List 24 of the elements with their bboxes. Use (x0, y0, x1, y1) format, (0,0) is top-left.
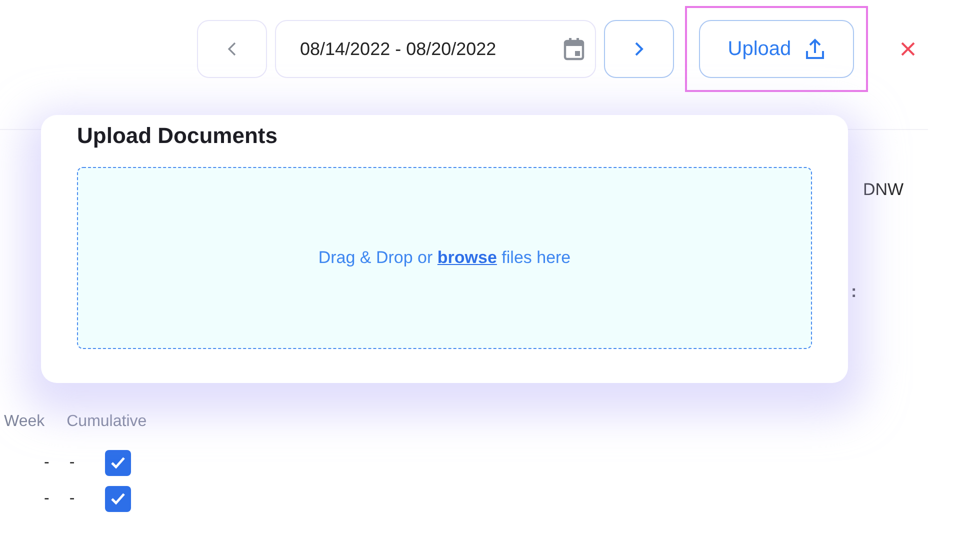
table-cell: - (44, 454, 50, 472)
date-range-field[interactable]: 08/14/2022 - 08/20/2022 (275, 20, 596, 78)
chevron-right-icon (634, 41, 644, 57)
close-icon[interactable] (900, 41, 916, 57)
table-cell: - (69, 454, 75, 472)
chevron-left-icon (227, 41, 237, 57)
check-icon (110, 456, 126, 470)
browse-link[interactable]: browse (437, 248, 497, 267)
column-header: DNW (863, 180, 904, 200)
checkbox[interactable] (104, 450, 131, 476)
column-header: Cumulative (66, 413, 147, 431)
date-range-text: 08/14/2022 - 08/20/2022 (300, 38, 496, 60)
check-icon (110, 492, 126, 506)
column-header: Week (4, 413, 45, 431)
upload-button[interactable]: Upload (699, 20, 854, 78)
drop-zone[interactable]: Drag & Drop or browse files here (77, 167, 812, 349)
checkbox[interactable] (104, 486, 131, 512)
dialog-title: Upload Documents (77, 123, 278, 149)
table-cell: - (69, 490, 75, 508)
table-cell: - (44, 490, 50, 508)
drop-zone-text: Drag & Drop or browse files here (318, 248, 571, 268)
upload-icon (805, 38, 826, 60)
separator-text: : (851, 282, 857, 302)
calendar-icon (563, 37, 585, 61)
